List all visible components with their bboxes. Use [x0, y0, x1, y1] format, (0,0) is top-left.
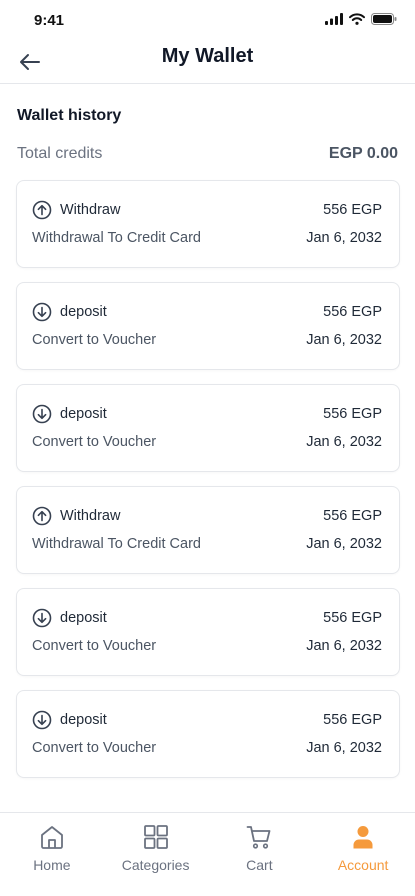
transaction-card[interactable]: Withdraw 556 EGP Withdrawal To Credit Ca… [16, 180, 400, 268]
arrow-down-circle-icon [32, 710, 52, 730]
transaction-date: Jan 6, 2032 [306, 536, 382, 552]
transaction-date: Jan 6, 2032 [306, 638, 382, 654]
wifi-icon [349, 13, 365, 25]
transaction-amount: 556 EGP [323, 712, 382, 728]
transaction-type: deposit [60, 406, 107, 422]
transaction-amount: 556 EGP [323, 304, 382, 320]
home-icon [40, 826, 63, 849]
transaction-description: Convert to Voucher [32, 638, 157, 654]
transaction-amount: 556 EGP [323, 508, 382, 524]
total-credits-label: Total credits [17, 145, 103, 162]
transaction-card[interactable]: deposit 556 EGP Convert to Voucher Jan 6… [16, 282, 400, 370]
transaction-description: Convert to Voucher [32, 434, 157, 450]
transaction-description: Withdrawal To Credit Card [32, 536, 201, 552]
transaction-date: Jan 6, 2032 [306, 434, 382, 450]
transaction-card[interactable]: Withdraw 556 EGP Withdrawal To Credit Ca… [16, 486, 400, 574]
arrow-down-circle-icon [32, 608, 52, 628]
arrow-up-circle-icon [32, 200, 52, 220]
page-title: My Wallet [161, 45, 254, 67]
status-bar: 9:41 [0, 0, 415, 40]
arrow-up-circle-icon [32, 506, 52, 526]
transaction-description: Convert to Voucher [32, 332, 157, 348]
transaction-date: Jan 6, 2032 [306, 230, 382, 246]
nav-item-home[interactable]: Home [0, 813, 104, 896]
nav-label-cart: Cart [246, 857, 273, 873]
nav-label-categories: Categories [121, 857, 190, 873]
bottom-nav: Home Categories Cart Account [0, 812, 415, 896]
transaction-card[interactable]: deposit 556 EGP Convert to Voucher Jan 6… [16, 690, 400, 778]
grid-icon [143, 825, 168, 849]
transaction-date: Jan 6, 2032 [306, 740, 382, 756]
transaction-type: Withdraw [60, 508, 121, 524]
transaction-list: Withdraw 556 EGP Withdrawal To Credit Ca… [16, 180, 400, 792]
transaction-description: Convert to Voucher [32, 740, 157, 756]
section-title: Wallet history [17, 107, 122, 124]
cart-icon [246, 826, 271, 849]
transaction-amount: 556 EGP [323, 202, 382, 218]
arrow-down-circle-icon [32, 302, 52, 322]
status-icons [325, 13, 397, 25]
nav-item-cart[interactable]: Cart [208, 813, 312, 896]
status-time: 9:41 [34, 12, 65, 29]
transaction-amount: 556 EGP [323, 610, 382, 626]
battery-icon [371, 13, 397, 25]
signal-icon [325, 13, 343, 25]
nav-label-account: Account [337, 857, 389, 873]
transaction-type: deposit [60, 304, 107, 320]
transaction-card[interactable]: deposit 556 EGP Convert to Voucher Jan 6… [16, 588, 400, 676]
transaction-type: deposit [60, 610, 107, 626]
transaction-date: Jan 6, 2032 [306, 332, 382, 348]
user-icon [353, 826, 373, 849]
arrow-down-circle-icon [32, 404, 52, 424]
nav-item-categories[interactable]: Categories [104, 813, 208, 896]
total-credits-value: EGP 0.00 [328, 145, 398, 162]
nav-item-account[interactable]: Account [311, 813, 415, 896]
transaction-card[interactable]: deposit 556 EGP Convert to Voucher Jan 6… [16, 384, 400, 472]
transaction-type: deposit [60, 712, 107, 728]
transaction-type: Withdraw [60, 202, 121, 218]
nav-label-home: Home [33, 857, 71, 873]
transaction-amount: 556 EGP [323, 406, 382, 422]
app-header: My Wallet [0, 40, 415, 84]
transaction-description: Withdrawal To Credit Card [32, 230, 201, 246]
